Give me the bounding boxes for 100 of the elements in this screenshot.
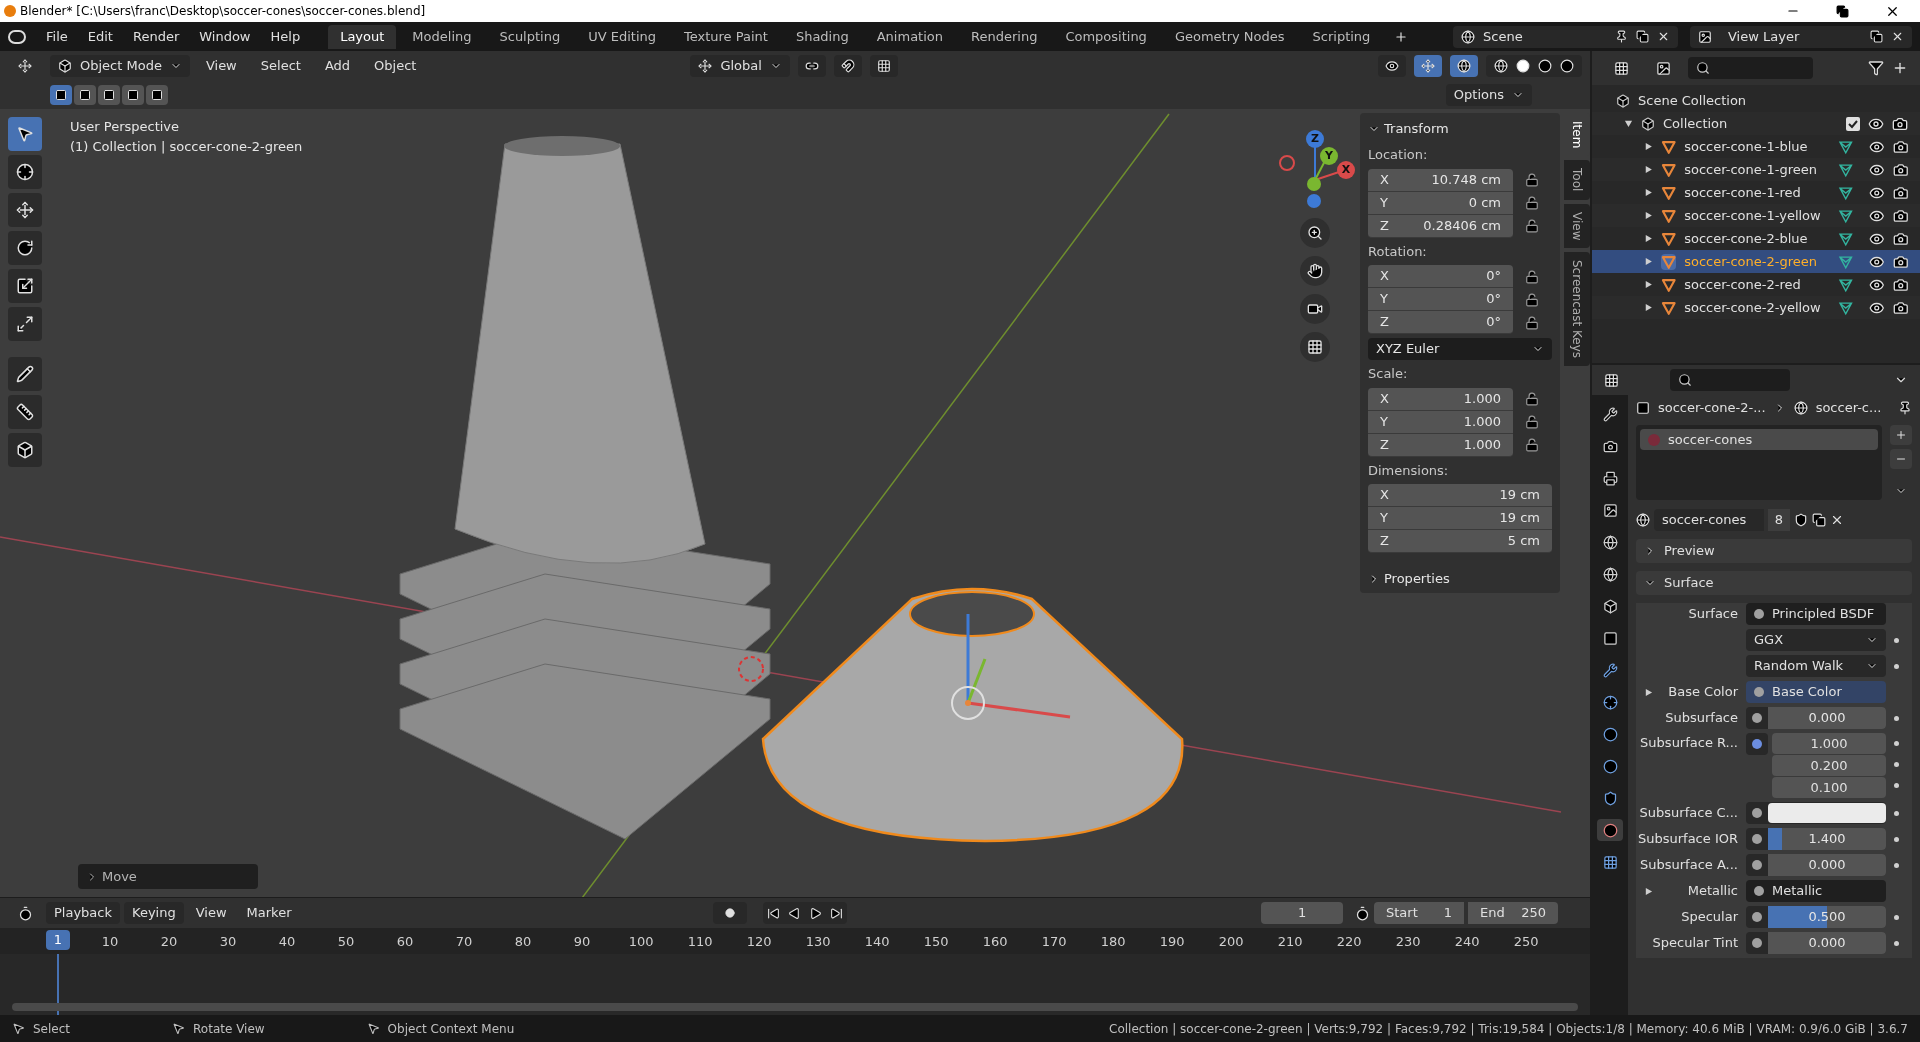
number-field[interactable]: Y 0° [1368, 288, 1513, 312]
sidebar-tab[interactable]: Screencast Keys [1564, 252, 1590, 367]
outliner-row[interactable]: soccer-cone-1-red [1592, 181, 1920, 204]
outliner-row[interactable]: soccer-cone-2-blue [1592, 227, 1920, 250]
frame-number: 190 [1159, 933, 1185, 951]
workspace-tab[interactable]: Geometry Nodes [1162, 24, 1297, 49]
number-field[interactable]: 0.200 [1772, 755, 1886, 776]
group-label: Location: [1368, 146, 1429, 165]
menu-item[interactable]: File [38, 26, 76, 47]
menu-item[interactable]: Edit [79, 26, 121, 47]
material-slot[interactable]: soccer-cones [1640, 429, 1878, 450]
status-hint: Select [33, 1020, 71, 1038]
sidebar-tab[interactable]: View [1564, 203, 1590, 249]
link-field[interactable]: Metallic [1746, 880, 1886, 902]
number-field[interactable]: X 19 cm [1368, 484, 1552, 508]
workspace-tab[interactable]: UV Editing [576, 24, 668, 49]
frame-number: 130 [805, 933, 831, 951]
sidebar-tab[interactable]: Tool [1564, 160, 1590, 200]
outliner-row[interactable]: soccer-cone-2-green [1592, 250, 1920, 273]
workspace-tab[interactable]: Texture Paint [672, 24, 780, 49]
number-field[interactable]: X 10.748 cm [1368, 168, 1513, 192]
property-label: Specular Tint [1652, 934, 1738, 953]
group-label: Rotation: [1368, 242, 1428, 261]
frame-number: 180 [1100, 933, 1126, 951]
frame-number: 110 [687, 933, 713, 951]
workspace-tab[interactable]: Scripting [1300, 24, 1383, 49]
options-dropdown[interactable]: Options [1445, 83, 1532, 106]
number-field[interactable]: Z 0° [1368, 311, 1513, 335]
window-title: Blender* [C:\Users\franc\Desktop\soccer-cones\soccer-cones.blend] [20, 3, 427, 20]
workspace-tab[interactable]: Layout [328, 24, 397, 49]
frame-number: 50 [337, 933, 355, 951]
property-label: Surface [1688, 605, 1738, 624]
dropdown[interactable]: GGX [1746, 629, 1886, 651]
workspace-tab[interactable]: Modeling [400, 24, 484, 49]
number-field[interactable]: Y 19 cm [1368, 507, 1552, 531]
slider-field[interactable]: 1.400 [1768, 828, 1886, 850]
property-label: Specular [1681, 908, 1738, 927]
outliner-row[interactable]: soccer-cone-1-blue [1592, 135, 1920, 158]
slider-field[interactable]: 0.000 [1768, 932, 1886, 954]
number-field[interactable]: Z 5 cm [1368, 530, 1552, 554]
number-field[interactable]: 1.000 [1772, 733, 1886, 754]
number-field[interactable]: X 0° [1368, 265, 1513, 289]
menu-item[interactable]: Window [191, 26, 259, 47]
outliner-row[interactable]: soccer-cone-2-red [1592, 273, 1920, 296]
mode-dropdown[interactable]: Object Mode [50, 54, 190, 77]
frame-number: 100 [628, 933, 654, 951]
frame-number: 30 [219, 933, 237, 951]
frame-number: 240 [1454, 933, 1480, 951]
panel-title: Transform [1384, 120, 1449, 139]
end-frame-field[interactable]: End 250 [1468, 902, 1558, 924]
link-field[interactable]: Principled BSDF [1746, 603, 1886, 625]
menu-button[interactable]: Add [316, 55, 359, 76]
slider-field[interactable]: 0.000 [1768, 707, 1886, 729]
frame-number: 10 [101, 933, 119, 951]
operator-panel[interactable]: Move [78, 864, 258, 889]
status-hint: Object Context Menu [387, 1020, 515, 1038]
menu-item[interactable]: Render [124, 26, 188, 47]
axis-label[interactable]: Y [1320, 147, 1338, 165]
frame-number: 90 [573, 933, 591, 951]
axis-label[interactable]: X [1337, 161, 1355, 179]
dropdown[interactable]: Random Walk [1746, 655, 1886, 677]
property-label: Subsurface IOR [1637, 830, 1738, 849]
workspace-tab[interactable]: Shading [783, 24, 861, 49]
workspace-tab[interactable]: Rendering [959, 24, 1050, 49]
workspace-tab[interactable]: Compositing [1053, 24, 1159, 49]
frame-number: 70 [455, 933, 473, 951]
menu-button[interactable]: Object [366, 55, 425, 76]
menu-button[interactable]: Keying [124, 902, 184, 924]
number-field[interactable]: X 1.000 [1368, 387, 1513, 411]
tree-item: Collection [1663, 114, 1729, 133]
frame-number: 210 [1277, 933, 1303, 951]
axis-label[interactable]: Z [1306, 130, 1324, 148]
number-field[interactable]: Z 1.000 [1368, 433, 1513, 457]
number-field[interactable]: Y 1.000 [1368, 410, 1513, 434]
material-name-field[interactable]: soccer-cones [1654, 509, 1764, 531]
menu-button[interactable]: View [187, 902, 235, 924]
slider-field[interactable]: 0.500 [1768, 906, 1886, 928]
panel-header[interactable]: Surface [1636, 571, 1912, 595]
workspace-tab[interactable]: Animation [864, 24, 955, 49]
menu-button[interactable]: Select [252, 55, 309, 76]
frame-number: 40 [278, 933, 296, 951]
playhead[interactable]: 1 [46, 930, 70, 950]
panel-header[interactable]: Preview [1636, 539, 1912, 563]
frame-number: 170 [1041, 933, 1067, 951]
start-frame-field[interactable]: Start 1 [1374, 902, 1464, 924]
number-field[interactable]: Z 0.28406 cm [1368, 214, 1513, 238]
slider-field[interactable]: 0.000 [1768, 854, 1886, 876]
orientation-dropdown[interactable]: Global [690, 54, 790, 77]
menu-button[interactable]: Playback [46, 902, 120, 924]
link-field[interactable]: Base Color [1746, 681, 1886, 703]
menu-button[interactable]: Marker [238, 902, 300, 924]
rotation-mode-dropdown[interactable]: XYZ Euler [1368, 338, 1552, 361]
current-frame-field[interactable]: 1 [1261, 902, 1343, 924]
menu-item[interactable]: Help [262, 26, 309, 47]
workspace-tab[interactable]: Sculpting [487, 24, 573, 49]
number-field[interactable]: 0.100 [1772, 777, 1886, 798]
menu-button[interactable]: View [197, 55, 245, 76]
number-field[interactable]: Y 0 cm [1368, 191, 1513, 215]
user-count[interactable]: 8 [1768, 509, 1790, 531]
frame-number: 140 [864, 933, 890, 951]
